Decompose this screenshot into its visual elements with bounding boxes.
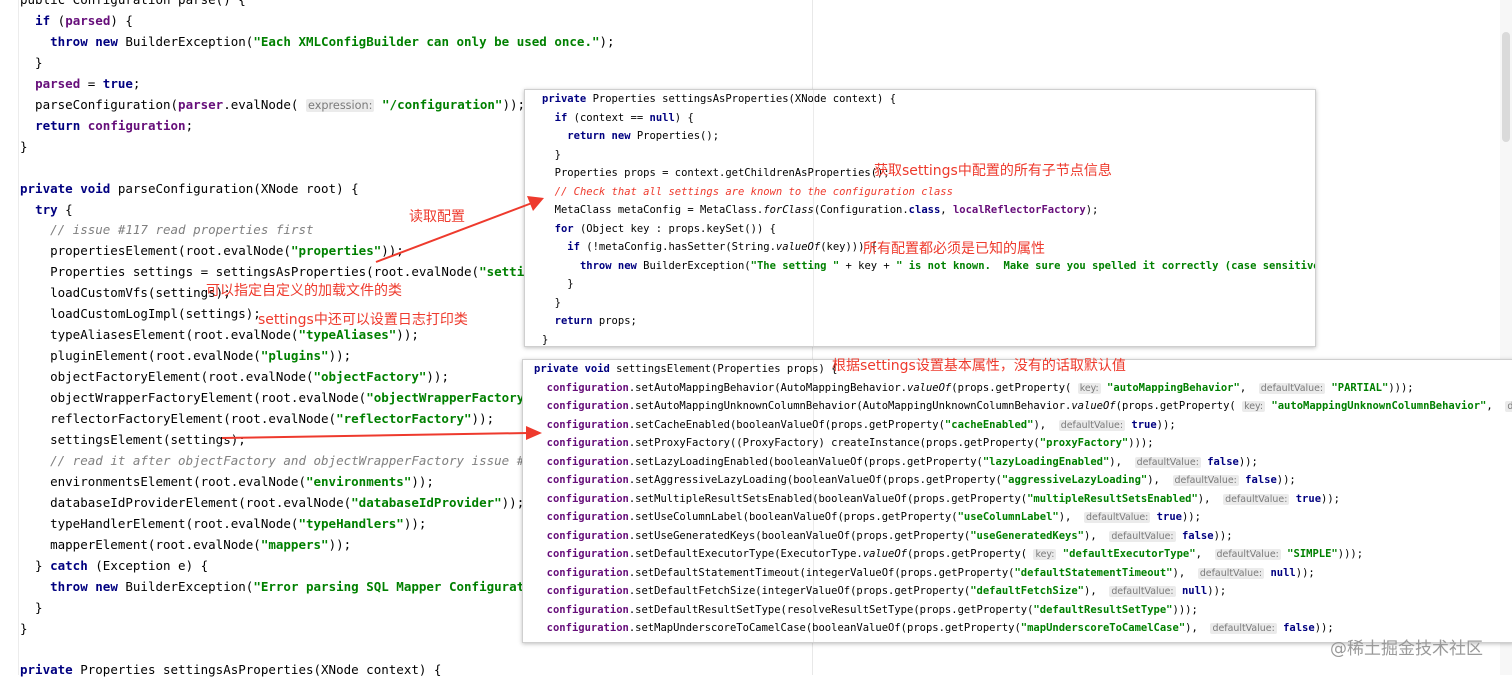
annotation-set-basic: 根据settings设置基本属性，没有的话取默认值	[832, 358, 1126, 374]
annotation-must-be-known: 所有配置都必须是已知的属性	[863, 241, 1045, 257]
annotation-arrows	[221, 196, 544, 440]
arrow-settings-element-head	[526, 426, 542, 440]
annotation-log-impl: settings中还可以设置日志打印类	[258, 312, 468, 328]
arrow-settings-element	[221, 432, 529, 439]
annotation-read-config: 读取配置	[409, 209, 465, 225]
annotation-get-children: 获取settings中配置的所有子节点信息	[874, 163, 1112, 179]
annotation-custom-vfs: 可以指定自定义的加载文件的类	[206, 283, 402, 299]
watermark: @稀土掘金技术社区	[1330, 639, 1483, 659]
